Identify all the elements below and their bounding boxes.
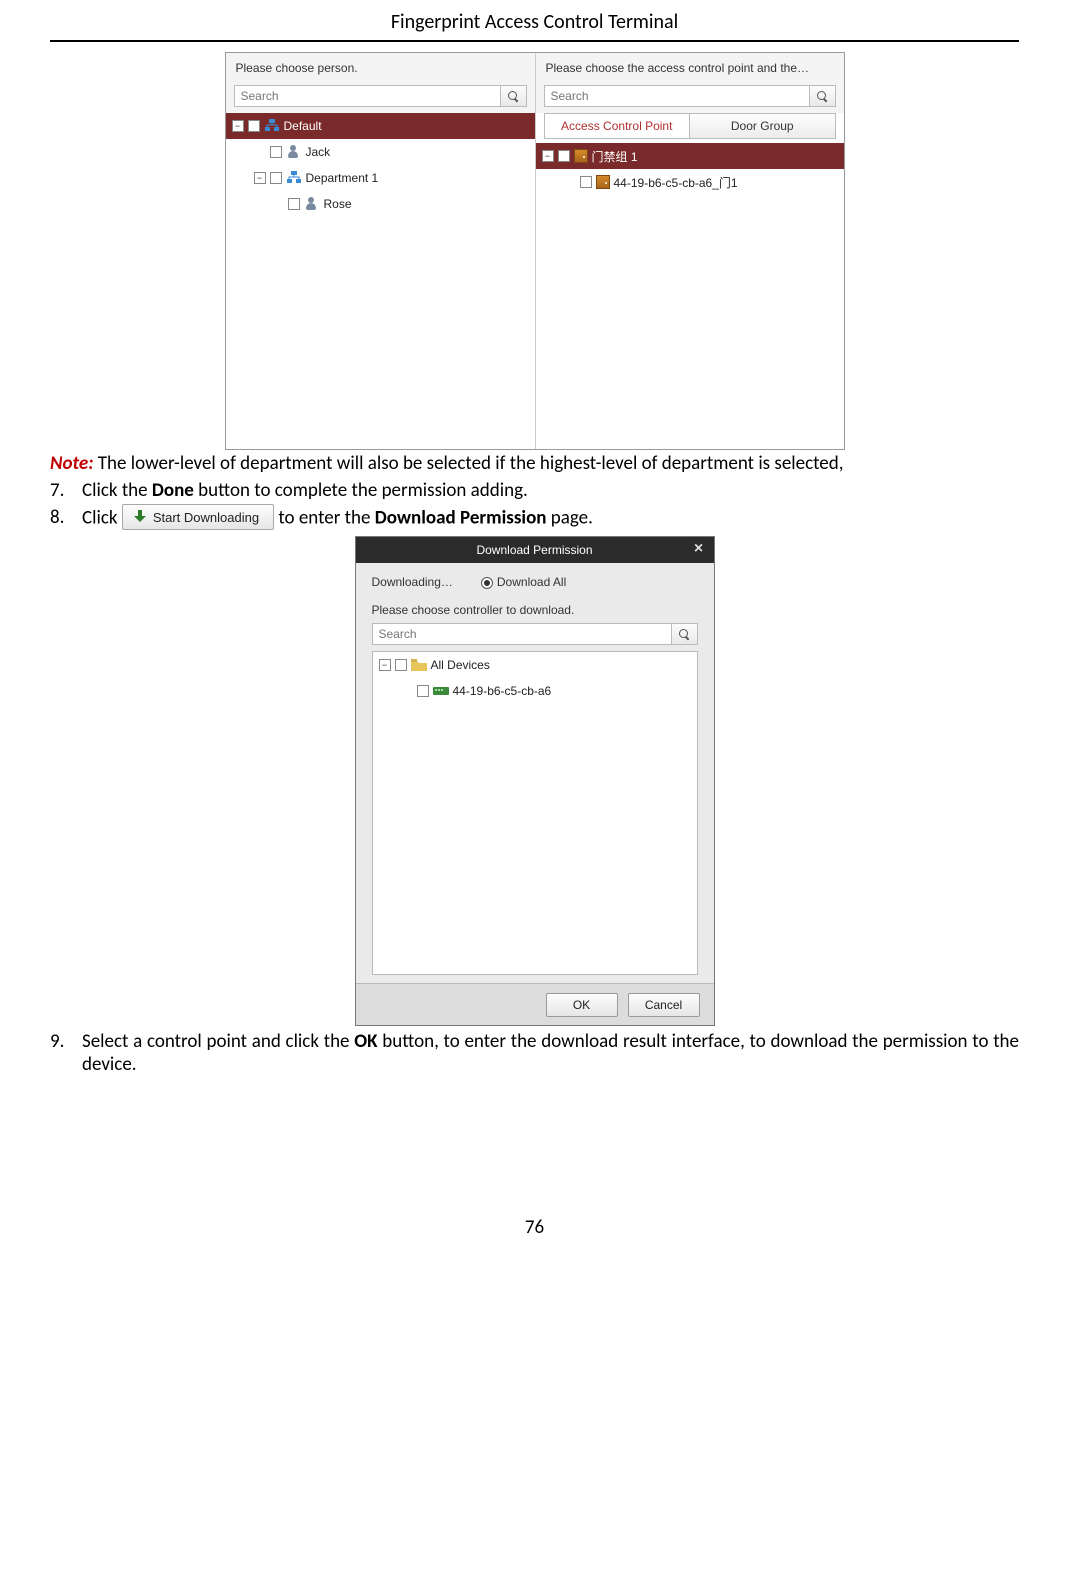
org-icon: [286, 171, 302, 185]
dialog-subheader: Please choose controller to download.: [372, 603, 698, 617]
checkbox[interactable]: [248, 120, 260, 132]
tree-label: 44-19-b6-c5-cb-a6_门1: [614, 174, 738, 191]
tree-row-rose[interactable]: Rose: [226, 191, 535, 217]
org-icon: [264, 119, 280, 133]
page-title: Fingerprint Access Control Terminal: [50, 10, 1019, 42]
close-button[interactable]: ×: [690, 540, 708, 558]
checkbox[interactable]: [270, 146, 282, 158]
search-input[interactable]: [544, 85, 810, 107]
door-group-icon: [574, 149, 588, 163]
tree-row-device[interactable]: 44-19-b6-c5-cb-a6: [373, 678, 697, 704]
collapse-icon[interactable]: −: [254, 172, 266, 184]
search-icon: [508, 91, 518, 101]
step-9: 9. Select a control point and click the …: [50, 1030, 1019, 1076]
download-arrow-icon: [133, 510, 147, 524]
note-prefix: Note:: [50, 452, 93, 475]
search-input[interactable]: [234, 85, 501, 107]
checkbox[interactable]: [558, 150, 570, 162]
note-text: The lower-level of department will also …: [93, 452, 843, 475]
ok-button[interactable]: OK: [546, 993, 618, 1017]
step-number: 9.: [50, 1030, 82, 1076]
tree-label: Default: [284, 119, 322, 133]
cancel-button[interactable]: Cancel: [628, 993, 700, 1017]
panel-choose-access-point: Please choose the access control point a…: [535, 53, 844, 449]
access-tree: − 门禁组 1 44-19-b6-c5-cb-a6_门1: [536, 143, 844, 449]
search-button[interactable]: [501, 85, 527, 107]
folder-icon: [411, 658, 427, 672]
dialog-titlebar: Download Permission ×: [356, 537, 714, 563]
tree-row-all-devices[interactable]: − All Devices: [373, 652, 697, 678]
page-number: 76: [50, 1216, 1019, 1239]
download-all-option[interactable]: Download All: [481, 575, 566, 589]
collapse-icon[interactable]: −: [379, 659, 391, 671]
tabs: Access Control Point Door Group: [544, 113, 836, 139]
note-line: Note: The lower-level of department will…: [50, 452, 1019, 475]
search-button[interactable]: [810, 85, 836, 107]
step-text: Select a control point and click the: [82, 1030, 354, 1053]
tree-row-door[interactable]: 44-19-b6-c5-cb-a6_门1: [536, 169, 844, 195]
tree-label: Rose: [324, 197, 352, 211]
tab-access-control-point[interactable]: Access Control Point: [545, 114, 691, 138]
checkbox[interactable]: [580, 176, 592, 188]
panel-header: Please choose person.: [226, 53, 535, 81]
screenshot-person-access-selection: Please choose person. − Default Jack: [225, 52, 845, 450]
step-text: Click: [82, 507, 122, 530]
controller-tree: − All Devices 44-19-b6-c5-cb-a6: [372, 651, 698, 975]
step-bold: Download Permission: [375, 507, 547, 530]
tab-door-group[interactable]: Door Group: [690, 114, 835, 138]
door-icon: [596, 175, 610, 189]
step-7: 7. Click the Done button to complete the…: [50, 479, 1019, 502]
radio-on-icon: [481, 577, 493, 589]
radio-label: Download All: [497, 575, 566, 589]
step-bold: Done: [152, 479, 194, 502]
device-icon: [433, 685, 449, 697]
tree-row-jack[interactable]: Jack: [226, 139, 535, 165]
start-downloading-button[interactable]: Start Downloading: [122, 504, 274, 530]
step-text: button to complete the permission adding…: [194, 479, 528, 502]
step-bold: OK: [354, 1030, 377, 1053]
checkbox[interactable]: [288, 198, 300, 210]
step-number: 8.: [50, 506, 82, 532]
button-label: Start Downloading: [153, 510, 259, 525]
step-8: 8. Click Start Downloading to enter the …: [50, 506, 1019, 532]
checkbox[interactable]: [417, 685, 429, 697]
tree-label: Department 1: [306, 171, 379, 185]
search-icon: [817, 91, 827, 101]
checkbox[interactable]: [395, 659, 407, 671]
step-number: 7.: [50, 479, 82, 502]
search-icon: [679, 629, 689, 639]
tree-label: 门禁组 1: [592, 148, 638, 165]
downloading-label: Downloading…: [372, 575, 453, 589]
tree-row-default[interactable]: − Default: [226, 113, 535, 139]
collapse-icon[interactable]: −: [232, 120, 244, 132]
checkbox[interactable]: [270, 172, 282, 184]
dialog-footer: OK Cancel: [356, 983, 714, 1025]
tree-label: Jack: [306, 145, 331, 159]
person-icon: [286, 145, 302, 159]
search-button[interactable]: [672, 623, 698, 645]
step-text: page.: [547, 507, 593, 530]
dialog-title: Download Permission: [476, 543, 592, 557]
person-tree: − Default Jack − Department: [226, 113, 535, 449]
step-text: Click the: [82, 479, 152, 502]
screenshot-download-permission-dialog: Download Permission × Downloading… Downl…: [355, 536, 715, 1026]
collapse-icon[interactable]: −: [542, 150, 554, 162]
step-text: to enter the: [278, 507, 374, 530]
tree-row-group[interactable]: − 门禁组 1: [536, 143, 844, 169]
tree-label: All Devices: [431, 658, 490, 672]
tree-label: 44-19-b6-c5-cb-a6: [453, 684, 552, 698]
person-icon: [304, 197, 320, 211]
search-input[interactable]: [372, 623, 672, 645]
tree-row-department1[interactable]: − Department 1: [226, 165, 535, 191]
panel-header: Please choose the access control point a…: [536, 53, 844, 81]
panel-choose-person: Please choose person. − Default Jack: [226, 53, 535, 449]
